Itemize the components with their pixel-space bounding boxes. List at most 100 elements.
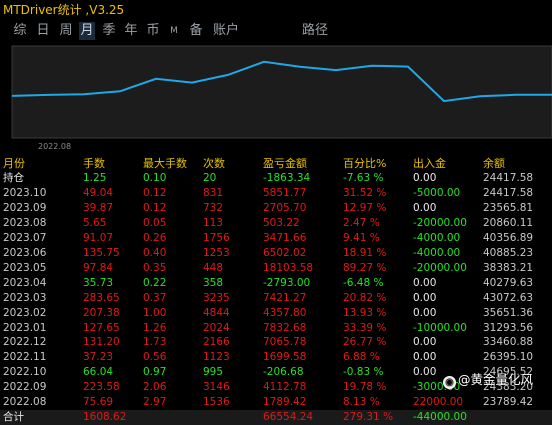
table-row: 2023.05 97.84 0.35 448 18103.58 89.27 % -20000… <box>0 261 552 276</box>
cell-2: 1.73 <box>143 336 167 349</box>
cell-1: 手数 <box>83 157 105 170</box>
cell-6: 0.00 <box>413 351 437 364</box>
tab-1[interactable]: 日 <box>35 22 51 40</box>
cell-0: 2023.03 <box>3 291 47 304</box>
cell-4: 6502.02 <box>263 246 307 259</box>
table-row: 2023.06 135.75 0.40 1253 6502.02 18.91 % -4000… <box>0 246 552 261</box>
cell-3: 732 <box>203 201 224 214</box>
cell-0: 月份 <box>3 157 25 170</box>
cell-6: -20000.00 <box>413 216 467 229</box>
tab-5[interactable]: 年 <box>123 22 139 40</box>
cell-5: 279.31 % <box>343 411 394 424</box>
cell-2: 0.10 <box>143 172 167 184</box>
cell-0: 2023.04 <box>3 276 47 289</box>
x-tick-label: 2022.08 <box>38 142 71 151</box>
cell-7: 24417.58 <box>483 172 534 184</box>
cell-6: 0.00 <box>413 306 437 319</box>
cell-5: -6.48 % <box>343 276 384 289</box>
cell-7: 23565.81 <box>483 201 534 214</box>
cell-0: 合计 <box>3 411 24 424</box>
cell-1: 35.73 <box>83 276 114 289</box>
table-row: 2023.08 5.65 0.05 113 503.22 2.47 % -20000.00 2… <box>0 216 552 231</box>
cell-0: 2023.07 <box>3 231 47 244</box>
cell-5: 13.93 % <box>343 306 387 319</box>
balance-chart-svg: 2022.08 <box>11 45 552 151</box>
cell-1: 131.20 <box>83 336 120 349</box>
cell-7: 24417.58 <box>483 186 534 199</box>
cell-1: 223.58 <box>83 381 120 394</box>
cell-0: 持仓 <box>3 172 24 184</box>
cell-4: 3471.66 <box>263 231 307 244</box>
cell-7: 33460.88 <box>483 336 534 349</box>
cell-5: 89.27 % <box>343 261 387 274</box>
tab-7[interactable]: M <box>169 22 179 40</box>
tab-9[interactable]: 账户 <box>211 22 241 40</box>
cell-2: 0.12 <box>143 201 167 214</box>
table-header: 月份 手数 最大手数 次数 盈亏金额 百分比% 出入金 余额 <box>0 156 552 171</box>
cell-4: 盈亏金额 <box>263 157 307 170</box>
tab-3[interactable]: 月 <box>79 22 95 40</box>
table-row: 2023.09 39.87 0.12 732 2705.70 12.97 % 0.00 235… <box>0 201 552 216</box>
cell-0: 2022.11 <box>3 351 47 364</box>
tab-2[interactable]: 周 <box>58 22 74 40</box>
cell-1: 39.87 <box>83 201 114 214</box>
cell-5: 18.91 % <box>343 246 387 259</box>
cell-6: 0.00 <box>413 201 437 214</box>
watermark-text: @黄金量化风 <box>458 372 534 387</box>
table-row: 2023.10 49.04 0.12 831 5851.77 31.52 % -5000.0… <box>0 186 552 201</box>
cell-5: -0.83 % <box>343 366 384 379</box>
cell-4: -1863.34 <box>263 172 311 184</box>
cell-0: 2023.10 <box>3 186 47 199</box>
cell-7: 31293.56 <box>483 321 534 334</box>
cell-2: 0.22 <box>143 276 167 289</box>
cell-1: 5.65 <box>83 216 107 229</box>
cell-6: -5000.00 <box>413 186 461 199</box>
cell-2: 0.97 <box>143 366 167 379</box>
table-row: 2023.04 35.73 0.22 358 -2793.00 -6.48 % 0.00 40… <box>0 276 552 291</box>
cell-5: 6.88 % <box>343 351 380 364</box>
cell-1: 127.65 <box>83 321 120 334</box>
cell-7: 23789.42 <box>483 396 534 409</box>
cell-0: 2023.02 <box>3 306 47 319</box>
app-title: MTDriver统计 ,V3.25 <box>3 3 125 17</box>
cell-4: 503.22 <box>263 216 300 229</box>
cell-3: 2024 <box>203 321 230 334</box>
table-row: 2022.08 75.69 2.97 1536 1789.42 8.13 % 22000.0… <box>0 395 552 410</box>
cell-4: -2793.00 <box>263 276 311 289</box>
cell-5: 2.47 % <box>343 216 380 229</box>
cell-4: 7065.78 <box>263 336 307 349</box>
cell-4: 7421.27 <box>263 291 307 304</box>
cell-4: 2705.70 <box>263 201 307 214</box>
cell-5: 33.39 % <box>343 321 387 334</box>
cell-0: 2023.08 <box>3 216 47 229</box>
cell-2: 1.26 <box>143 321 167 334</box>
table-row: 持仓 1.25 0.10 20 -1863.34 -7.63 % 0.00 24417.58 <box>0 171 552 186</box>
cell-1: 1.25 <box>83 172 107 184</box>
cell-1: 91.07 <box>83 231 114 244</box>
cell-5: 8.13 % <box>343 396 380 409</box>
cell-5: 9.41 % <box>343 231 380 244</box>
cell-0: 2022.08 <box>3 396 47 409</box>
cell-7: 余额 <box>483 157 505 170</box>
cell-4: 4112.78 <box>263 381 307 394</box>
tab-0[interactable]: 综 <box>12 22 28 40</box>
cell-7: 40279.63 <box>483 276 534 289</box>
table-row: 2023.02 207.38 1.00 4844 4357.80 13.93 % 0.00 3… <box>0 306 552 321</box>
cell-5: 20.82 % <box>343 291 387 304</box>
cell-2: 1.00 <box>143 306 167 319</box>
cell-4: 1789.42 <box>263 396 307 409</box>
tab-10[interactable]: 路径 <box>300 22 330 40</box>
cell-5: 百分比% <box>343 157 387 170</box>
cell-0: 2023.09 <box>3 201 47 214</box>
cell-0: 2022.12 <box>3 336 47 349</box>
cell-5: 12.97 % <box>343 201 387 214</box>
tab-6[interactable]: 币 <box>145 22 161 40</box>
cell-7: 20860.11 <box>483 216 534 229</box>
cell-5: -7.63 % <box>343 172 384 184</box>
cell-5: 31.52 % <box>343 186 387 199</box>
tab-8[interactable]: 备 <box>188 22 204 40</box>
cell-4: 7832.68 <box>263 321 307 334</box>
tab-4[interactable]: 季 <box>101 22 117 40</box>
cell-3: 113 <box>203 216 224 229</box>
cell-2: 0.05 <box>143 216 167 229</box>
